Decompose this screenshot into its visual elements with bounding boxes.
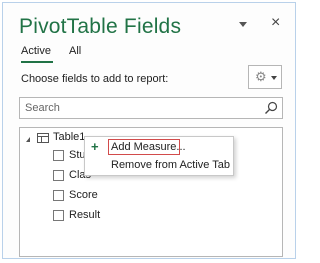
gear-icon: ⚙ [255,69,267,84]
chevron-down-icon [271,76,277,80]
search-placeholder: Search [25,102,60,114]
field-label: Result [69,209,101,221]
pivottable-fields-pane: PivotTable Fields × Active All Choose fi… [2,2,296,259]
field-checkbox[interactable] [53,210,64,221]
context-menu: + Add Measure... Remove from Active Tab [84,136,234,176]
field-checkbox[interactable] [53,190,64,201]
search-icon[interactable] [264,101,278,115]
menu-item-label: Remove from Active Tab [111,159,231,171]
menu-item-label: Add Measure... [111,141,186,153]
tools-button[interactable]: ⚙ [248,65,282,89]
field-label: Score [69,189,98,201]
menu-item-add-measure[interactable]: + Add Measure... [85,139,233,157]
choose-fields-label: Choose fields to add to report: [21,73,169,85]
pane-options-dropdown-icon[interactable] [239,22,247,27]
menu-item-remove-from-active-tab[interactable]: Remove from Active Tab [85,157,233,175]
close-icon[interactable]: × [271,15,280,31]
tab-all[interactable]: All [69,45,81,57]
plus-icon: + [91,139,99,154]
field-checkbox[interactable] [53,170,64,181]
expand-collapse-icon[interactable] [26,137,30,142]
tab-active[interactable]: Active [21,45,51,57]
search-input[interactable]: Search [19,97,283,119]
table-icon [37,133,49,143]
pane-title: PivotTable Fields [19,15,182,38]
active-tab-indicator [21,61,53,63]
field-checkbox[interactable] [53,150,64,161]
table-name[interactable]: Table1 [53,131,85,143]
